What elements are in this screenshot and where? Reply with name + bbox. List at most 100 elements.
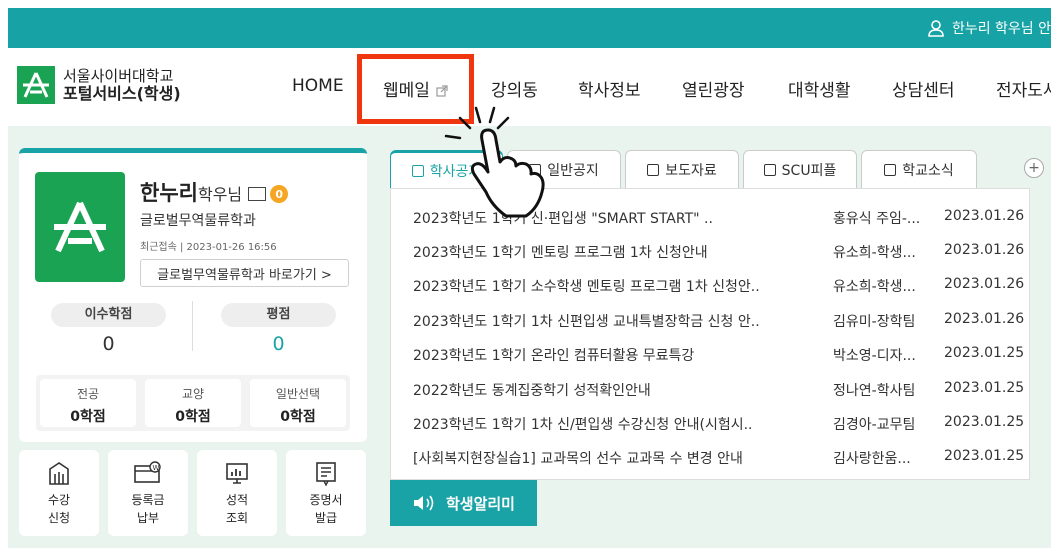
- notice-author: 김사랑한움...: [833, 451, 911, 467]
- department: 글로벌무역물류학과: [140, 213, 256, 229]
- user-menu[interactable]: 한누리 학우님 안: [926, 8, 1051, 48]
- notice-date: 2023.01.26: [944, 276, 1025, 292]
- notice-row[interactable]: 2023학년도 1학기 1차 신편입생 교내특별장학금 신청 안.. 김유미-장…: [391, 303, 1031, 337]
- tab-school-news[interactable]: 학교소식: [861, 150, 977, 188]
- stat-completed-credits: 이수학점 0: [51, 303, 166, 355]
- user-greeting: 한누리 학우님 안: [951, 21, 1051, 37]
- credit-major: 전공 0학점: [40, 379, 136, 427]
- nav-e-library[interactable]: 전자도서: [996, 76, 1051, 101]
- nav-lecture-hall[interactable]: 강의동: [491, 76, 538, 101]
- course-icon: [49, 462, 69, 485]
- nav-academic-info[interactable]: 학사정보: [578, 76, 641, 101]
- student-name-suffix: 학우님: [197, 185, 243, 204]
- last-login: 최근접속 | 2023-01-26 16:56: [140, 242, 277, 253]
- stat-label: 이수학점: [51, 303, 166, 327]
- document-icon: [647, 163, 660, 176]
- profile-card: 한누리학우님 0 글로벌무역물류학과 최근접속 | 2023-01-26 16:5…: [19, 148, 367, 442]
- nav-counseling[interactable]: 상담센터: [892, 76, 955, 101]
- user-icon: [928, 20, 944, 37]
- notice-icon: [411, 164, 424, 177]
- notice-row[interactable]: 2023학년도 1학기 소수학생 멘토링 프로그램 1차 신청안.. 유소희-학…: [391, 268, 1031, 302]
- stat-gpa: 평점 0: [221, 303, 336, 355]
- notice-date: 2023.01.25: [944, 414, 1025, 430]
- notice-date: 2023.01.25: [944, 448, 1025, 464]
- notice-date: 2023.01.26: [944, 311, 1025, 327]
- notice-author: 김유미-장학팀: [833, 314, 916, 330]
- notice-title[interactable]: 2023학년도 1학기 멘토링 프로그램 1차 신청안내: [413, 242, 813, 262]
- mail-count-badge: 0: [270, 185, 289, 203]
- quicklink-label: 신청: [47, 511, 71, 525]
- notice-author: 유소희-학생...: [833, 245, 916, 261]
- notice-row[interactable]: 2023학년도 1학기 온라인 컴퓨터활용 무료특강 박소영-디자... 202…: [391, 337, 1031, 371]
- notice-author: 유소희-학생...: [833, 279, 916, 295]
- quicklink-tuition-payment[interactable]: W 등록금 납부: [108, 450, 188, 536]
- notice-title[interactable]: 2023학년도 1학기 1차 신/편입생 수강신청 안내(시험시..: [413, 414, 813, 434]
- quicklink-label: 등록금: [131, 493, 165, 507]
- notice-author: 김경아-교무팀: [833, 417, 916, 433]
- quicklink-certificate[interactable]: 증명서 발급: [286, 450, 366, 536]
- notice-date: 2023.01.25: [944, 345, 1025, 361]
- top-bar: 한누리 학우님 안: [8, 8, 1051, 48]
- quicklink-label: 발급: [314, 511, 338, 525]
- tab-scu-people[interactable]: SCU피플: [743, 150, 857, 188]
- credit-summary: 전공 0학점 교양 0학점 일반선택 0학점: [36, 375, 350, 431]
- notice-author: 정나연-학사팀: [833, 383, 916, 399]
- more-plus-button[interactable]: +: [1024, 158, 1044, 178]
- notice-row[interactable]: 2023학년도 1학기 1차 신/편입생 수강신청 안내(시험시.. 김경아-교…: [391, 406, 1031, 440]
- mail-icon[interactable]: [248, 187, 267, 201]
- notice-list: 2023학년도 1학기 신·편입생 "SMART START" .. 홍유식 주…: [390, 188, 1030, 480]
- credit-elective: 일반선택 0학점: [250, 379, 346, 427]
- department-link-button[interactable]: 글로벌무역물류학과 바로가기 >: [140, 259, 349, 287]
- student-name: 한누리학우님 0: [140, 177, 289, 207]
- notice-author: 박소영-디자...: [833, 348, 916, 364]
- credit-label: 전공: [76, 387, 100, 401]
- notice-title[interactable]: 2023학년도 1학기 1차 신편입생 교내특별장학금 신청 안..: [413, 311, 813, 331]
- speaker-icon: [413, 495, 434, 511]
- quicklink-course-registration[interactable]: 수강 신청: [19, 450, 99, 536]
- stat-label: 평점: [221, 303, 336, 327]
- credit-general: 교양 0학점: [145, 379, 241, 427]
- notice-title[interactable]: 2022학년도 동계집중학기 성적확인안내: [413, 380, 813, 400]
- nav-home[interactable]: HOME: [292, 76, 344, 96]
- quicklink-label: 수강: [47, 493, 71, 507]
- notice-date: 2023.01.26: [944, 242, 1025, 258]
- certificate-icon: [316, 462, 336, 487]
- grade-icon: [226, 463, 248, 484]
- notice-title[interactable]: 2023학년도 1학기 소수학생 멘토링 프로그램 1차 신청안..: [413, 276, 813, 296]
- notice-title[interactable]: [사회복지현장실습1] 교과목의 선수 교과목 수 변경 안내: [413, 448, 813, 468]
- tuition-icon: W: [134, 461, 161, 483]
- nav-campus-life[interactable]: 대학생활: [788, 76, 851, 101]
- student-alarm-label: 학생알리미: [445, 494, 515, 513]
- student-alarm-button[interactable]: 학생알리미: [390, 480, 537, 526]
- credit-value: 0학점: [175, 409, 211, 425]
- pointer-hand-icon: [444, 106, 545, 218]
- thumbs-up-icon: [884, 163, 897, 176]
- notice-row[interactable]: 2022학년도 동계집중학기 성적확인안내 정나연-학사팀 2023.01.25: [391, 372, 1031, 406]
- quicklink-label: 납부: [136, 511, 160, 525]
- tab-press-release[interactable]: 보도자료: [625, 150, 739, 188]
- notice-date: 2023.01.25: [944, 380, 1025, 396]
- quicklink-label: 조회: [225, 511, 249, 525]
- student-name-text: 한누리: [140, 181, 198, 205]
- avatar: [35, 172, 125, 282]
- nav-open-square[interactable]: 열린광장: [682, 76, 745, 101]
- quicklink-grade-inquiry[interactable]: 성적 조회: [197, 450, 277, 536]
- people-icon: [763, 163, 776, 176]
- tab-label: 보도자료: [665, 162, 717, 179]
- credit-value: 0학점: [280, 409, 316, 425]
- svg-text:W: W: [153, 464, 160, 472]
- notice-row[interactable]: [사회복지현장실습1] 교과목의 선수 교과목 수 변경 안내 김사랑한움...…: [391, 440, 1031, 474]
- stat-divider: [192, 301, 193, 351]
- tab-label: 학교소식: [902, 162, 954, 179]
- stat-value: 0: [272, 333, 285, 355]
- tab-label: SCU피플: [781, 162, 837, 179]
- credit-label: 일반선택: [275, 387, 321, 401]
- notice-author: 홍유식 주임-...: [833, 211, 921, 227]
- notice-row[interactable]: 2023학년도 1학기 멘토링 프로그램 1차 신청안내 유소희-학생... 2…: [391, 234, 1031, 268]
- credit-label: 교양: [181, 387, 205, 401]
- notice-title[interactable]: 2023학년도 1학기 온라인 컴퓨터활용 무료특강: [413, 345, 813, 365]
- notice-date: 2023.01.26: [944, 208, 1025, 224]
- quicklink-label: 성적: [225, 493, 249, 507]
- stat-value: 0: [102, 333, 115, 355]
- avatar-logo-icon: [54, 201, 106, 253]
